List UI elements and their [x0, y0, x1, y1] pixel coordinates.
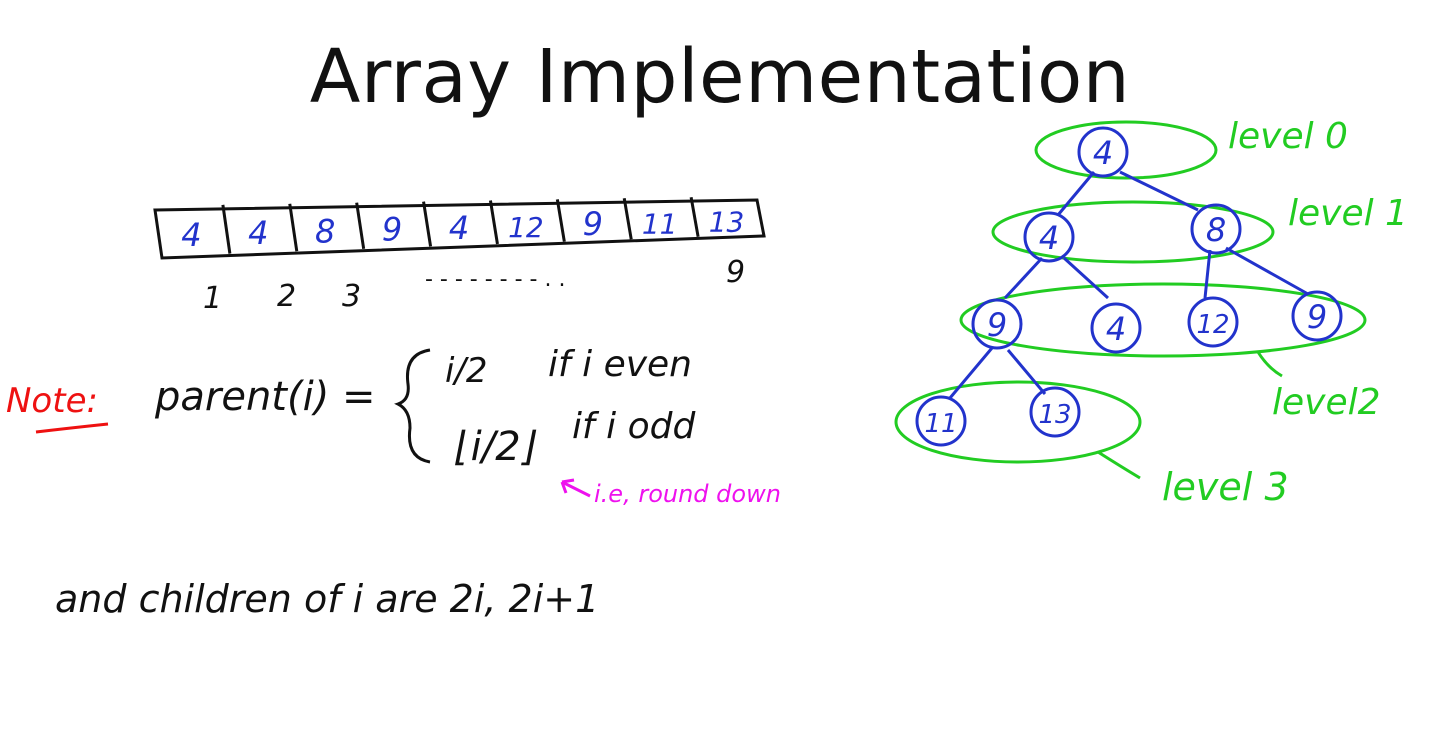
curly-brace — [394, 348, 431, 464]
svg-text:11: 11 — [924, 409, 957, 439]
svg-text:12: 12 — [1196, 310, 1229, 340]
case-even-cond: if i even — [548, 344, 692, 385]
level-0-label: level 0 — [1228, 116, 1348, 157]
svg-text:13: 13 — [1038, 400, 1071, 430]
tree-node-root: 4 — [1077, 126, 1129, 178]
array-cell-value: 9 — [382, 211, 402, 249]
case-even-expr: i/2 — [445, 351, 488, 391]
array-cell-value: 4 — [181, 216, 201, 254]
svg-text:4: 4 — [1093, 134, 1113, 172]
level-3-label: level 3 — [1162, 465, 1289, 509]
array-diagram: 4 4 8 9 4 12 9 11 13 — [153, 196, 766, 260]
tree-node-6: 12 — [1187, 296, 1239, 348]
array-cell-value: 12 — [508, 211, 544, 244]
heap-tree: 4 4 8 9 4 12 9 11 13 level 0 level 1 lev… — [894, 116, 1408, 509]
level-2-leader — [1256, 351, 1283, 378]
case-odd-expr: ⌊i/2⌋ — [455, 424, 537, 470]
note-underline — [35, 422, 109, 434]
array-divider — [622, 198, 633, 240]
parent-formula: Note: parent(i) = i/2 if i even ⌊i/2⌋ if… — [6, 344, 781, 621]
tree-node-5: 4 — [1090, 302, 1142, 354]
array-index-9: 9 — [726, 255, 745, 290]
note-label: Note: — [6, 381, 98, 421]
array-index-1: 1 — [203, 281, 222, 316]
svg-text:4: 4 — [1039, 219, 1059, 257]
array-cell-value: 11 — [642, 207, 678, 240]
level-3-leader — [1097, 450, 1141, 480]
array-index-ellipsis: - - - - - - - - . . — [425, 267, 565, 292]
case-odd-cond: if i odd — [572, 406, 696, 447]
array-divider — [689, 196, 700, 238]
level-2-label: level2 — [1272, 382, 1381, 423]
tree-node-2: 4 — [1023, 211, 1075, 263]
array-cell-value: 4 — [248, 214, 268, 252]
svg-text:8: 8 — [1206, 211, 1226, 249]
round-down-arrow — [560, 478, 591, 498]
svg-text:9: 9 — [1307, 298, 1327, 336]
array-divider — [422, 201, 433, 247]
tree-node-9: 13 — [1029, 386, 1081, 438]
array-cell-value: 13 — [709, 206, 745, 239]
round-down-annotation: i.e, round down — [594, 480, 781, 508]
array-divider — [221, 204, 232, 254]
array-cell-value: 4 — [449, 209, 469, 247]
array-divider — [288, 203, 299, 252]
array-index-2: 2 — [277, 279, 296, 314]
tree-node-7: 9 — [1291, 290, 1343, 342]
level-1-label: level 1 — [1288, 193, 1408, 234]
slide: Array Implementation 4 4 8 9 4 12 9 11 13 1 2 3 … — [0, 0, 1429, 733]
svg-text:9: 9 — [987, 306, 1007, 344]
tree-node-8: 11 — [915, 395, 967, 447]
array-values: 4 4 8 9 4 12 9 11 13 — [181, 205, 744, 254]
svg-text:4: 4 — [1106, 310, 1126, 348]
tree-node-4: 9 — [971, 298, 1023, 350]
array-divider — [555, 199, 566, 242]
slide-drawing: 4 4 8 9 4 12 9 11 13 1 2 3 - - - - - - - - . . 9… — [6, 116, 1408, 621]
formula-lhs: parent(i) = — [154, 374, 376, 420]
array-divider — [355, 202, 366, 250]
array-cell-value: 8 — [315, 212, 335, 250]
tree-node-3: 8 — [1190, 203, 1242, 255]
children-formula: and children of i are 2i, 2i+1 — [55, 577, 599, 621]
array-divider — [488, 200, 499, 245]
array-index-3: 3 — [342, 279, 361, 314]
array-indices: 1 2 3 - - - - - - - - . . 9 — [203, 255, 745, 316]
array-cell-value: 9 — [583, 205, 603, 243]
